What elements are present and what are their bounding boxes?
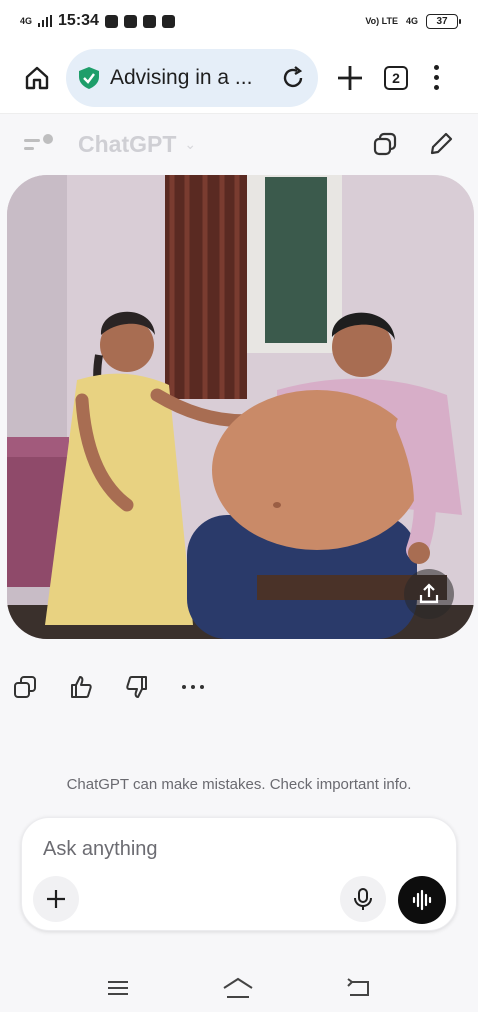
nav-home-icon[interactable] [222,977,254,999]
disclaimer-text: ChatGPT can make mistakes. Check importa… [66,776,412,793]
app-notification-icon [161,14,175,28]
status-bar: 4G 15:34 Vo) LTE 4G 37 [0,0,478,42]
copy-icon[interactable] [372,131,398,157]
copy-button[interactable] [12,674,38,700]
volte-indicator: Vo) LTE [365,16,398,26]
copy-icon [14,676,36,698]
tab-count: 2 [392,69,400,86]
browser-toolbar: Advising in a ... 2 [0,42,478,114]
header-actions [372,131,454,157]
mic-icon [354,888,372,910]
battery-level: 37 [436,15,448,27]
kebab-menu-icon[interactable] [432,65,440,90]
nav-back-icon[interactable] [346,978,372,998]
thumbs-up-button[interactable] [68,674,94,700]
plus-icon [338,65,362,90]
battery-icon: 37 [426,13,461,29]
more-horizontal-icon[interactable] [180,674,206,700]
sidebar-icon[interactable] [24,134,54,154]
tab-title: Advising in a ... [110,65,253,89]
plus-icon [47,890,65,908]
thumbs-up-icon [71,676,92,698]
network-indicator: 4G [20,15,33,26]
pencil-icon[interactable] [428,131,454,157]
nav-menu-icon[interactable] [106,978,130,998]
new-tab-button[interactable] [332,60,368,96]
status-right: Vo) LTE 4G 37 [365,13,461,29]
composer-input[interactable]: Ask anything [43,838,158,861]
thumbs-down-icon [126,676,147,698]
chevron-down-icon: ⌄ [184,135,197,152]
status-left: 4G 15:34 [20,12,175,30]
reload-icon[interactable] [280,65,306,91]
generated-image[interactable] [7,175,474,639]
home-icon [25,66,49,89]
youtube-icon [142,14,156,28]
chat-header: ChatGPT ⌄ [0,114,478,174]
message-actions [12,674,206,700]
tab-switcher-button[interactable]: 2 [384,65,408,90]
voice-mode-button[interactable] [398,876,446,924]
attach-button[interactable] [33,876,79,922]
notification-icon [104,14,118,28]
share-icon [419,583,439,604]
chat-page: ChatGPT ⌄ ChatGPT can make mistakes. Che… [0,114,478,964]
facebook-icon [123,14,137,28]
home-button[interactable] [14,55,60,101]
mic-button[interactable] [340,876,386,922]
address-bar[interactable]: Advising in a ... [66,48,318,107]
signal-icon [38,15,53,27]
mobile-data-indicator: 4G [405,16,418,26]
generated-image-illustration [7,175,474,639]
clock: 15:34 [58,12,99,29]
thumbs-down-button[interactable] [124,674,150,700]
shield-check-icon [79,66,99,89]
share-button[interactable] [404,569,454,619]
chat-title[interactable]: ChatGPT [78,131,176,158]
message-composer[interactable]: Ask anything [21,817,457,931]
system-nav-bar [0,964,478,1012]
voice-waveform-icon [412,889,432,911]
